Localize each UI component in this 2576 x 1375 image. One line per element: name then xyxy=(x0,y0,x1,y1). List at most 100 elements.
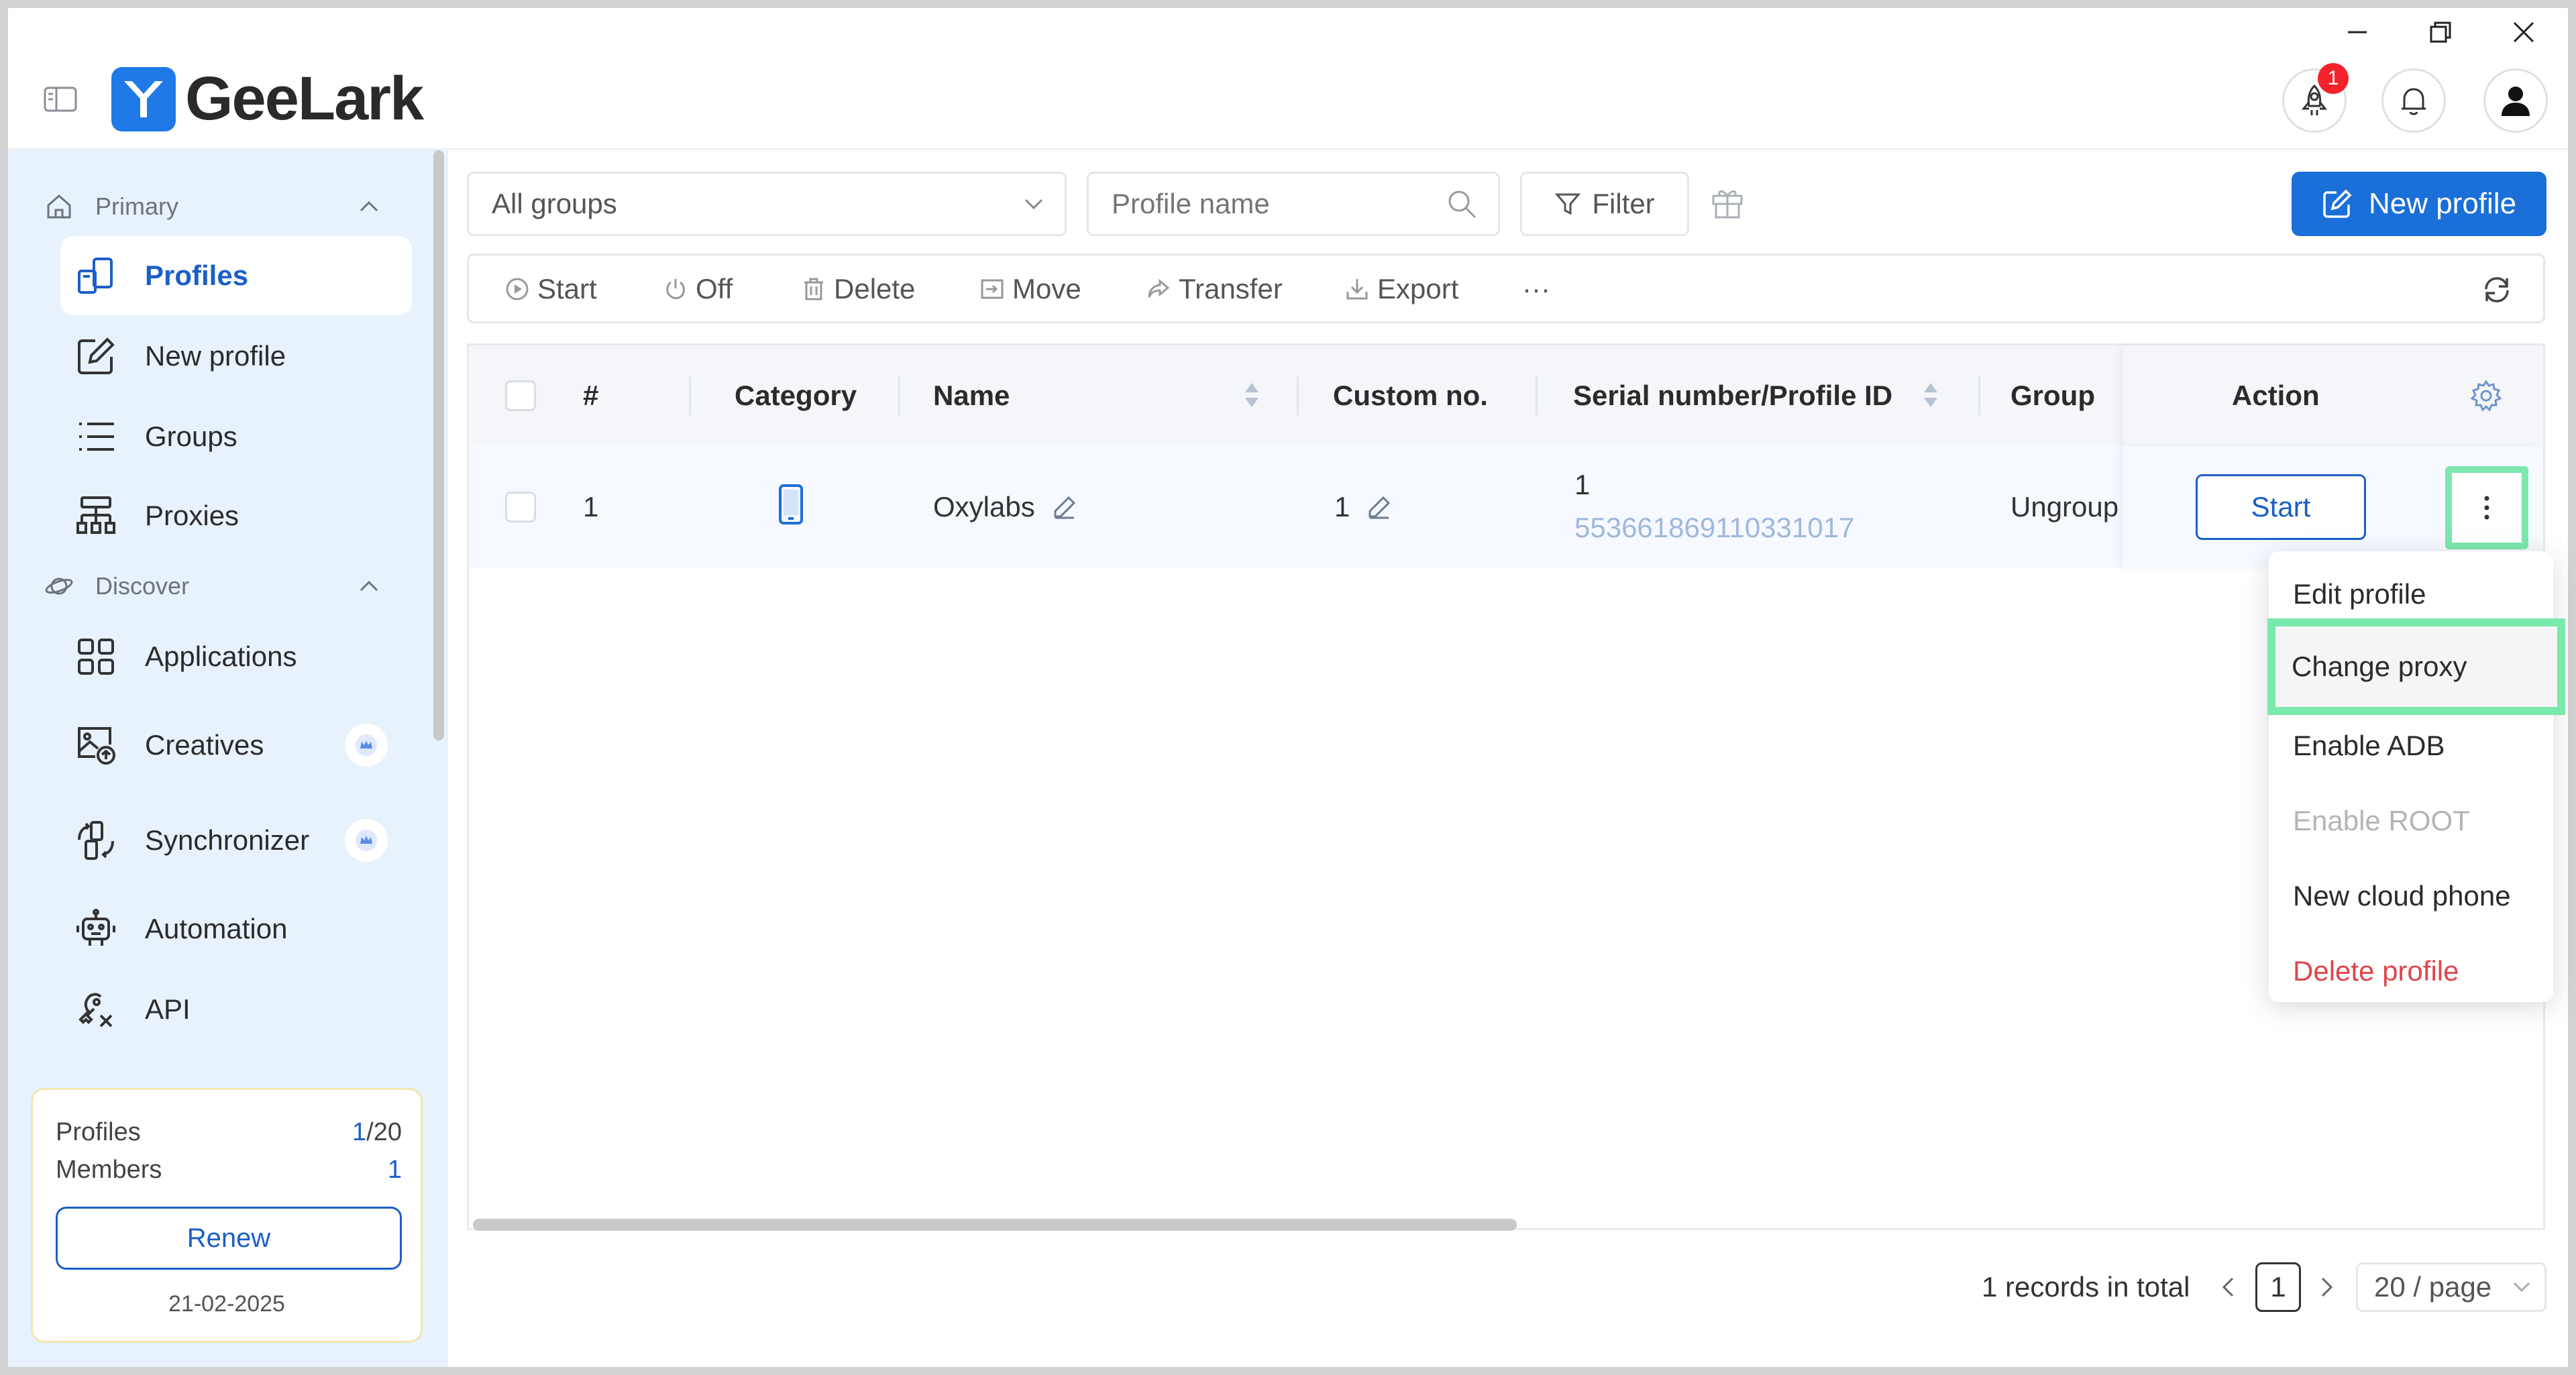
profiles-table: # Category Name Custom no. Serial number… xyxy=(467,343,2545,1231)
delete-action[interactable]: Delete xyxy=(802,256,915,323)
chevron-up-icon xyxy=(360,201,378,212)
profile-search-input[interactable] xyxy=(1112,188,1434,220)
renew-button[interactable]: Renew xyxy=(56,1207,402,1270)
action-column-header: Action xyxy=(2123,345,2543,446)
row-checkbox[interactable] xyxy=(505,492,536,522)
sidebar-item-automation[interactable]: Automation xyxy=(60,889,412,969)
menu-item-change-proxy[interactable]: Change proxy xyxy=(2267,618,2565,715)
vertical-dots-icon xyxy=(2484,496,2489,520)
horizontal-scrollbar[interactable] xyxy=(473,1219,1517,1231)
serial-sort-icon[interactable] xyxy=(1922,379,1939,411)
close-button[interactable] xyxy=(2504,12,2544,52)
export-action[interactable]: Export xyxy=(1345,256,1458,323)
transfer-action-label: Transfer xyxy=(1179,273,1283,305)
applications-icon xyxy=(78,639,114,675)
section-discover-label: Discover xyxy=(95,572,190,600)
minimize-icon xyxy=(2348,31,2367,34)
delete-action-label: Delete xyxy=(834,273,916,305)
sidebar-item-label: Creatives xyxy=(145,729,264,761)
header-custom-no: Custom no. xyxy=(1333,380,1488,411)
filter-button[interactable]: Filter xyxy=(1520,172,1689,236)
minimize-button[interactable] xyxy=(2337,12,2377,52)
page-1-button[interactable]: 1 xyxy=(2255,1262,2301,1312)
trash-icon xyxy=(804,278,823,300)
chevron-down-icon xyxy=(2513,1282,2530,1292)
sidebar-item-applications[interactable]: Applications xyxy=(60,617,412,696)
new-profile-button[interactable]: New profile xyxy=(2292,172,2546,236)
gift-button[interactable] xyxy=(1709,184,1746,220)
user-avatar-button[interactable] xyxy=(2483,68,2548,133)
sidebar-item-new-profile[interactable]: New profile xyxy=(60,317,412,396)
start-action[interactable]: Start xyxy=(505,256,597,323)
close-icon xyxy=(2513,21,2534,43)
row-index: 1 xyxy=(583,491,599,522)
menu-item-enable-adb[interactable]: Enable ADB xyxy=(2269,708,2553,783)
chevron-left-icon xyxy=(2222,1277,2234,1297)
pencil-icon[interactable] xyxy=(1053,495,1077,519)
creatives-icon xyxy=(78,727,115,765)
plan-expiry-date: 21-02-2025 xyxy=(168,1291,285,1317)
sidebar-item-groups[interactable]: Groups xyxy=(60,397,412,476)
page-size-select[interactable]: 20 / page xyxy=(2356,1262,2546,1312)
header-name[interactable]: Name xyxy=(933,345,1010,446)
name-sort-icon[interactable] xyxy=(1243,379,1260,411)
header-category: Category xyxy=(735,380,857,411)
sidebar-scrollbar[interactable] xyxy=(433,150,444,740)
serial-number: 1 xyxy=(1574,469,1591,500)
row-more-menu-button[interactable] xyxy=(2445,466,2528,549)
menu-item-new-cloud-phone[interactable]: New cloud phone xyxy=(2269,859,2553,934)
transfer-action[interactable]: Transfer xyxy=(1146,256,1283,323)
move-action-label: Move xyxy=(1012,273,1081,305)
move-action[interactable]: Move xyxy=(980,256,1081,323)
more-actions-button[interactable]: ··· xyxy=(1522,256,1550,323)
gear-icon xyxy=(2470,380,2502,412)
sidebar-item-creatives[interactable]: Creatives xyxy=(60,706,412,785)
profile-id: 553661869110331017 xyxy=(1574,512,1855,543)
edit-square-icon xyxy=(78,337,115,374)
sidebar-item-label: Synchronizer xyxy=(145,824,310,856)
prev-page-button[interactable] xyxy=(2220,1262,2235,1312)
column-divider xyxy=(689,376,691,415)
next-page-button[interactable] xyxy=(2320,1262,2334,1312)
profile-search-field[interactable] xyxy=(1087,172,1500,236)
proxies-icon xyxy=(76,496,115,534)
notifications-button[interactable] xyxy=(2381,68,2446,133)
menu-item-delete-profile[interactable]: Delete profile xyxy=(2269,934,2553,1009)
sidebar-item-synchronizer[interactable]: Synchronizer xyxy=(60,801,412,880)
plan-profiles-row: Profiles 1/20 xyxy=(56,1118,402,1147)
header-serial[interactable]: Serial number/Profile ID xyxy=(1573,345,1892,446)
off-action[interactable]: Off xyxy=(663,256,733,323)
restore-button[interactable] xyxy=(2420,12,2461,52)
list-icon xyxy=(79,423,114,451)
pencil-icon[interactable] xyxy=(1367,495,1391,519)
table-header: # Category Name Custom no. Serial number… xyxy=(469,345,2543,446)
refresh-button[interactable] xyxy=(2481,274,2512,305)
select-all-checkbox[interactable] xyxy=(505,380,536,411)
records-total: 1 records in total xyxy=(1982,1271,2190,1303)
restore-icon xyxy=(2430,21,2451,43)
sidebar-item-proxies[interactable]: Proxies xyxy=(60,476,412,555)
row-group: Ungroup xyxy=(2010,491,2119,522)
column-divider xyxy=(1978,376,1980,415)
menu-item-enable-root: Enable ROOT xyxy=(2293,805,2470,836)
filter-label: Filter xyxy=(1592,188,1655,219)
plan-members-row: Members 1 xyxy=(56,1156,402,1185)
section-discover[interactable]: Discover xyxy=(44,566,380,606)
power-icon xyxy=(666,279,685,299)
column-divider xyxy=(898,376,900,415)
sidebar-item-profiles[interactable]: Profiles xyxy=(60,236,412,315)
section-primary[interactable]: Primary xyxy=(44,186,380,227)
gift-icon xyxy=(1712,190,1743,219)
bell-icon xyxy=(2402,88,2426,115)
start-profile-button[interactable]: Start xyxy=(2196,474,2366,540)
sidebar-item-api[interactable]: API xyxy=(60,970,412,1049)
new-profile-label: New profile xyxy=(2368,187,2517,220)
column-settings-button[interactable] xyxy=(2469,379,2503,412)
sidebar-toggle-button[interactable] xyxy=(43,86,78,113)
plan-members-label: Members xyxy=(56,1156,162,1184)
off-action-label: Off xyxy=(696,273,733,305)
robot-icon xyxy=(76,909,115,946)
notification-badge: 1 xyxy=(2318,63,2349,94)
group-select[interactable]: All groups xyxy=(467,172,1067,236)
synchronizer-icon xyxy=(78,821,114,860)
